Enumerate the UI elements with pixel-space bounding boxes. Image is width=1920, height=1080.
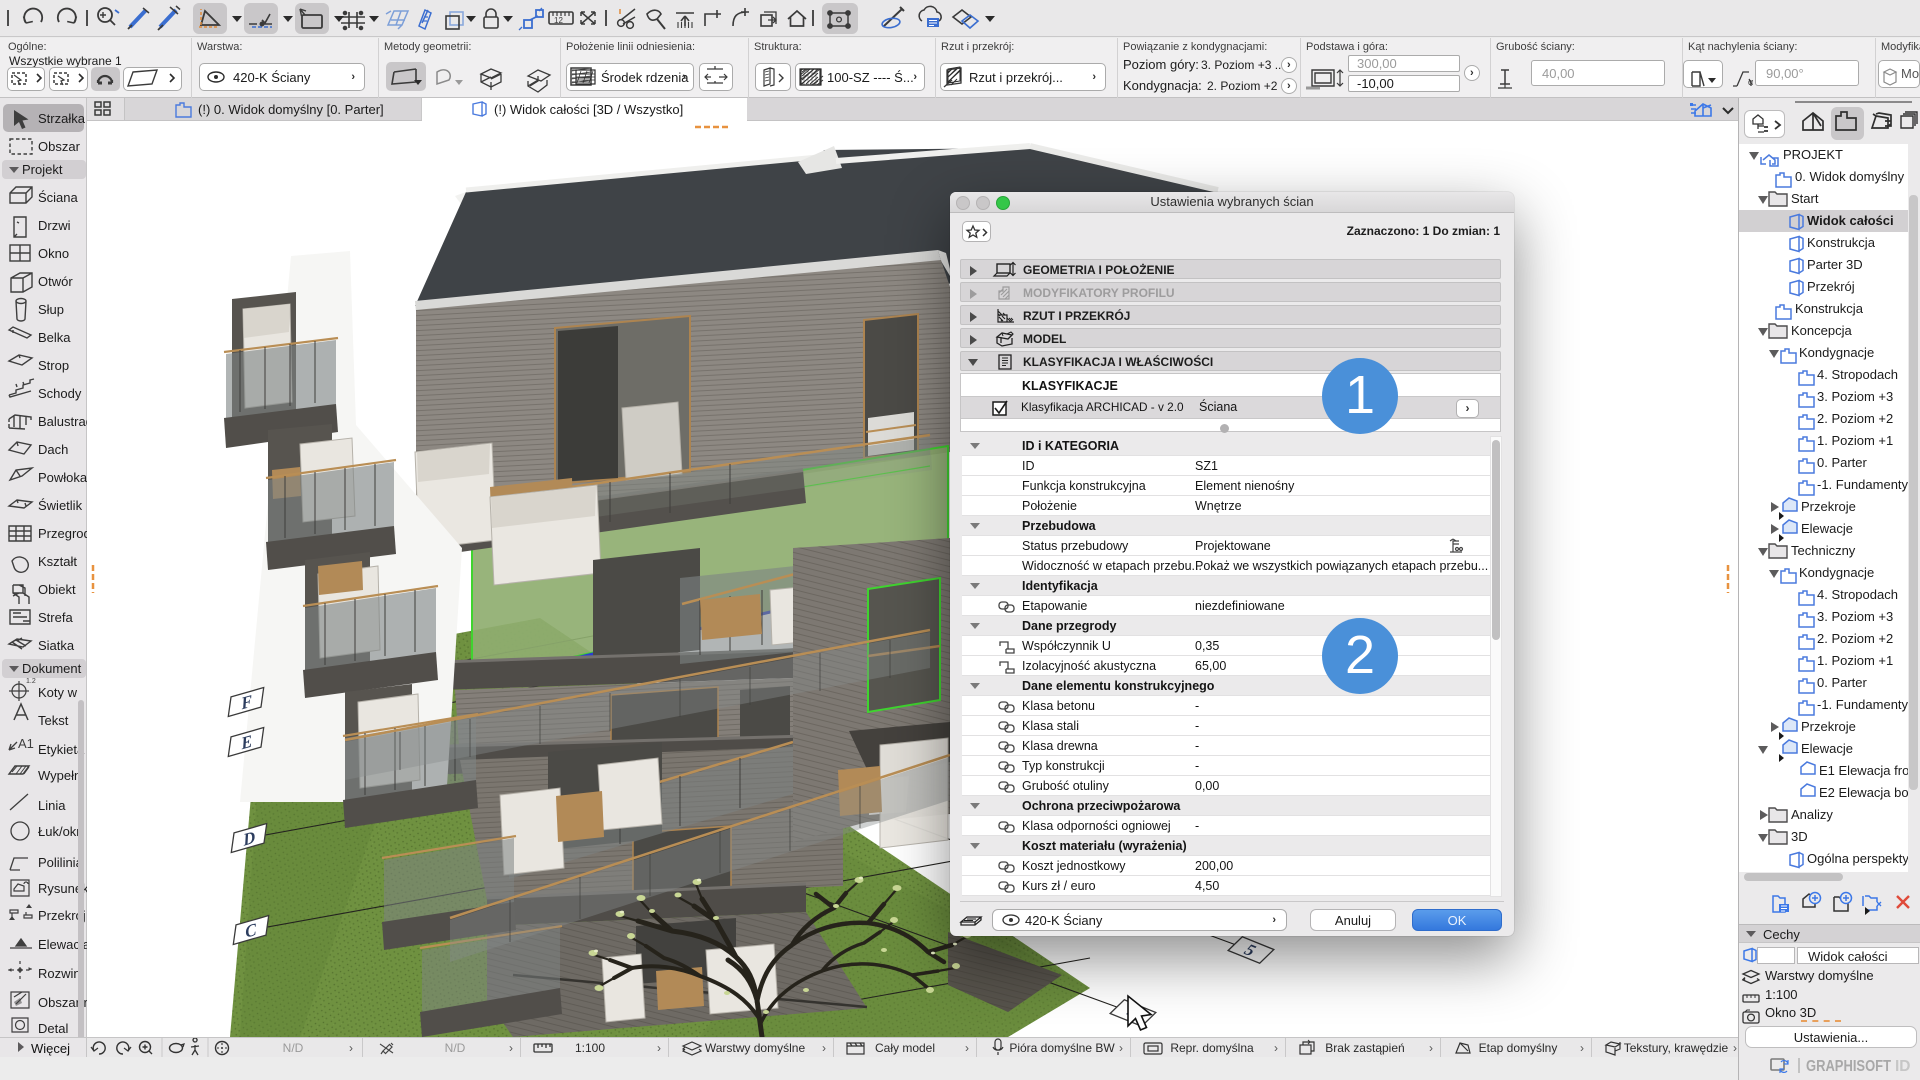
- svg-text:GRAPHISOFT: GRAPHISOFT: [1806, 1058, 1891, 1075]
- svg-text:ID: ID: [1895, 1058, 1911, 1075]
- svg-text:α: α: [1748, 77, 1753, 87]
- svg-text:D: D: [241, 827, 256, 850]
- svg-text:12: 12: [554, 16, 563, 25]
- svg-text:1.2: 1.2: [26, 678, 36, 685]
- svg-text:E: E: [239, 731, 253, 753]
- svg-text:A1: A1: [18, 736, 34, 751]
